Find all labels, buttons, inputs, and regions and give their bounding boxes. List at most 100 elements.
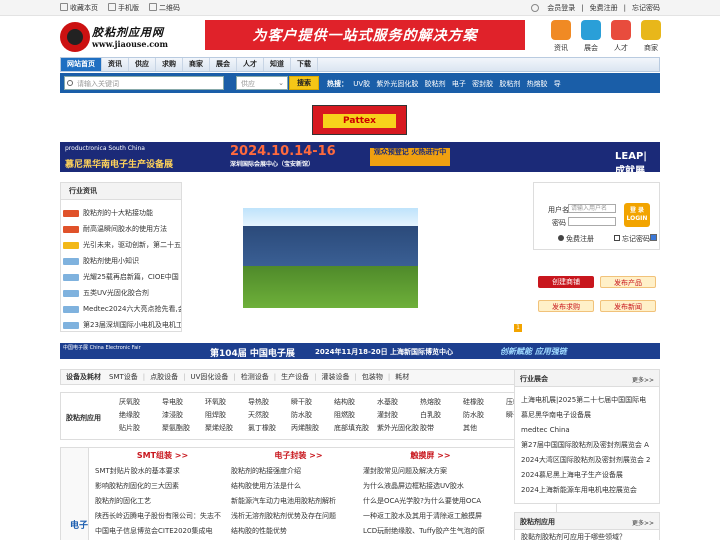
adhesive-type-link[interactable]: 底部填充胶 [334, 422, 377, 435]
adhesive-type-link[interactable]: 紫外光固化胶 [377, 422, 420, 435]
post-product-button[interactable]: 发布产品 [600, 276, 656, 288]
adhesive-type-link[interactable]: 热熔胶 [420, 396, 463, 409]
adhesive-type-link[interactable]: 瞬干胶 [291, 396, 334, 409]
nav-buy[interactable]: 求购 [156, 58, 183, 71]
qrcode-link[interactable]: 二维码 [149, 3, 180, 13]
list-item[interactable]: 结构胶使用方法是什么 [231, 479, 366, 494]
login-button[interactable]: 登 录 LOGIN [624, 203, 650, 227]
list-item[interactable]: 耐高温瞬间胶水的使用方法 [63, 221, 181, 237]
quick-link-news[interactable]: 资讯 [550, 20, 572, 53]
list-item[interactable]: 慕尼黑华南电子设备展 [515, 408, 659, 423]
category-link[interactable]: 检测设备 [241, 372, 269, 382]
list-item[interactable]: 什么是OCA光学胶?为什么要使用OCA [363, 494, 498, 509]
forgot-link-login[interactable]: 忘记密码 [622, 234, 650, 244]
username-input[interactable]: 请输入用户名 [568, 204, 616, 213]
list-item[interactable]: 2024大湾区国际胶粘剂及密封剂展览会 2 [515, 453, 659, 468]
adhesive-type-link[interactable]: 水基胶 [377, 396, 420, 409]
list-item[interactable]: Medtec2024六大亮点抢先看,会 [63, 301, 181, 317]
hot-term[interactable]: 紫外光固化胶 [376, 80, 418, 88]
adhesive-type-link[interactable]: 聚烯烃胶 [205, 422, 248, 435]
list-item[interactable]: 胶粘剂的固化工艺 [95, 494, 230, 509]
category-link[interactable]: 点胶设备 [150, 372, 178, 382]
adhesive-type-link[interactable]: 硅橡胶 [463, 396, 506, 409]
nav-home[interactable]: 网站首页 [61, 58, 102, 71]
list-item[interactable]: 影响胶粘剂固化的三大因素 [95, 479, 230, 494]
password-input[interactable] [568, 217, 616, 226]
post-buy-button[interactable]: 发布求购 [538, 300, 594, 312]
nav-news[interactable]: 资讯 [102, 58, 129, 71]
hot-term[interactable]: 胶粘剂 [499, 80, 520, 88]
category-link[interactable]: 包装物 [362, 372, 383, 382]
top-banner-ad[interactable]: 为客户提供一站式服务的解决方案 [205, 20, 525, 50]
bookmark-link[interactable]: 收藏本页 [60, 3, 98, 13]
adhesive-type-link[interactable]: 氯丁橡胶 [248, 422, 291, 435]
hot-term[interactable]: 导 [554, 80, 561, 88]
quick-link-merchants[interactable]: 商家 [640, 20, 662, 53]
column-header[interactable]: SMT组装 >> [95, 448, 230, 464]
adhesive-type-link[interactable]: 环氧胶 [205, 396, 248, 409]
list-item[interactable]: 第27届中国国际胶粘剂及密封剂展览会 A [515, 438, 659, 453]
hot-term[interactable]: 密封胶 [472, 80, 493, 88]
adhesive-type-link[interactable]: 防水胶 [463, 409, 506, 422]
adhesive-type-link[interactable]: 绝缘胶 [119, 409, 162, 422]
adhesive-type-link[interactable]: 丙烯酸胶 [291, 422, 334, 435]
remember-checkbox[interactable] [650, 234, 657, 241]
adhesive-type-link[interactable]: 厌氧胶 [119, 396, 162, 409]
list-item[interactable]: 光耀25载再启新篇，CIOE中国 [63, 269, 181, 285]
list-item[interactable]: 新能源汽车动力电池用胶粘剂解析 [231, 494, 366, 509]
list-item[interactable]: 胶粘剂的十大粘接功能 [63, 205, 181, 221]
list-item[interactable]: 为什么液晶屏边框粘接选UV胶水 [363, 479, 498, 494]
adhesive-type-link[interactable]: 导热胶 [248, 396, 291, 409]
more-link[interactable]: 更多>> [632, 518, 654, 527]
forgot-password-link[interactable]: 忘记密码 [632, 3, 660, 13]
register-link[interactable]: 免费注册 [590, 3, 618, 13]
list-item[interactable]: 胶黏剂胶粘剂可应用于哪些领域？ [515, 530, 659, 540]
list-item[interactable]: 2024上海新能源车用电机电控展览会 [515, 483, 659, 498]
nav-expo[interactable]: 展会 [210, 58, 237, 71]
adhesive-type-link[interactable]: 聚氨酯胶 [162, 422, 205, 435]
member-login-link[interactable]: 会员登录 [547, 3, 575, 13]
list-item[interactable]: 中国电子信息博览会CITE2020集成电 [95, 524, 230, 539]
category-link[interactable]: SMT设备 [109, 372, 138, 382]
adhesive-type-link[interactable]: 胶带 [420, 422, 463, 435]
adhesive-type-link[interactable]: 漆浸胶 [162, 409, 205, 422]
list-item[interactable]: 第23届深圳国际小电机及电机工 [63, 317, 181, 333]
list-item[interactable]: medtec China [515, 423, 659, 438]
adhesive-type-link[interactable]: 其他 [463, 422, 506, 435]
adhesive-type-link[interactable]: 阻焊胶 [205, 409, 248, 422]
more-link[interactable]: 更多>> [632, 375, 654, 384]
quick-link-expo[interactable]: 展会 [580, 20, 602, 53]
post-news-button[interactable]: 发布新闻 [600, 300, 656, 312]
nav-merchants[interactable]: 商家 [183, 58, 210, 71]
column-header[interactable]: 触摸屏 >> [363, 448, 498, 464]
adhesive-type-link[interactable]: 贴片胶 [119, 422, 162, 435]
category-link[interactable]: 生产设备 [281, 372, 309, 382]
category-link[interactable]: 耗材 [395, 372, 409, 382]
adhesive-type-link[interactable]: 灌封胶 [377, 409, 420, 422]
list-item[interactable]: 灌封胶常见问题及解决方案 [363, 464, 498, 479]
list-item[interactable]: 结构胶的性能优势 [231, 524, 366, 539]
adhesive-type-link[interactable]: 白乳胶 [420, 409, 463, 422]
column-header[interactable]: 电子封装 >> [231, 448, 366, 464]
adhesive-type-link[interactable]: 结构胶 [334, 396, 377, 409]
list-item[interactable]: 胶粘剂的粘接强度介绍 [231, 464, 366, 479]
nav-jobs[interactable]: 人才 [237, 58, 264, 71]
pattex-ad[interactable]: Pattex [312, 105, 407, 135]
category-link[interactable]: UV固化设备 [190, 372, 228, 382]
list-item[interactable]: SMT封贴片胶水的基本要求 [95, 464, 230, 479]
solar-panel-slide-image[interactable] [243, 208, 418, 308]
list-item[interactable]: 陕西长岭迈腾电子股份有限公司：失志不 [95, 509, 230, 524]
site-logo[interactable]: 胶粘剂应用网 www.jiaouse.com [60, 22, 180, 52]
search-input[interactable]: 请输入关键词 [64, 76, 224, 90]
list-item[interactable]: 2024慕尼黑上海电子生产设备展 [515, 468, 659, 483]
search-type-select[interactable]: 供应 ⌄ [236, 76, 288, 90]
adhesive-type-link[interactable]: 阻燃胶 [334, 409, 377, 422]
list-item[interactable]: 一种返工胶水及其用于清除返工触摸屏 [363, 509, 498, 524]
list-item[interactable]: LCD玩耐绝缘胶、Tuffy胶产生气泡的原 [363, 524, 498, 539]
hot-term[interactable]: UV胶 [353, 80, 370, 88]
hot-term[interactable]: 热熔胶 [527, 80, 548, 88]
search-button[interactable]: 搜索 [289, 76, 319, 90]
adhesive-type-link[interactable]: 防水胶 [291, 409, 334, 422]
mobile-link[interactable]: 手机版 [108, 3, 139, 13]
create-shop-button[interactable]: 创建商铺 [538, 276, 594, 288]
